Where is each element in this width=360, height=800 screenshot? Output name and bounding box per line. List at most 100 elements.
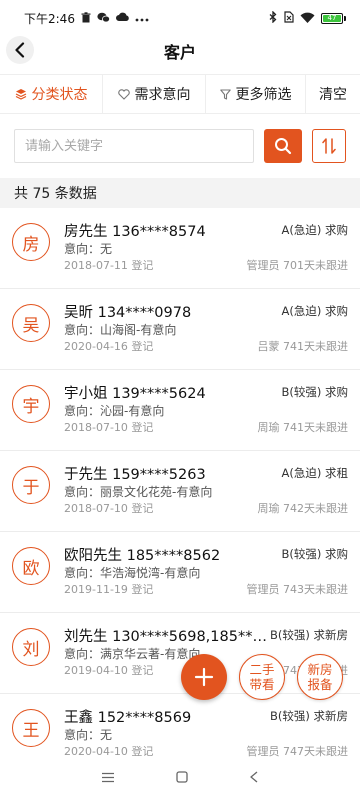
heart-icon	[117, 88, 130, 100]
sort-icon	[322, 138, 336, 154]
second-hand-viewing-line2: 带看	[249, 677, 275, 692]
cloud-notification-icon	[115, 12, 129, 24]
filter-more-label: 更多筛选	[235, 87, 292, 103]
status-bar: 下午2:46 47	[0, 0, 360, 36]
filter-demand-intent[interactable]: 需求意向	[103, 75, 206, 113]
customer-name: 吴昕 134****0978	[64, 304, 192, 321]
customer-name: 于先生 159****5263	[64, 466, 206, 483]
customer-row[interactable]: 宇 宇小姐 139****5624 B(较强) 求购 意向：沁园-有意向 2018…	[0, 370, 360, 451]
filter-demand-intent-label: 需求意向	[134, 87, 191, 103]
wifi-icon	[300, 12, 315, 25]
funnel-icon	[219, 88, 231, 100]
back-nav-button[interactable]	[249, 771, 259, 787]
customer-name: 王鑫 152****8569	[64, 709, 192, 726]
add-customer-button[interactable]	[181, 654, 227, 700]
menu-nav-button[interactable]	[101, 771, 115, 787]
register-date: 2018-07-10 登记	[64, 421, 154, 434]
filter-clear-label: 清空	[319, 87, 347, 103]
square-home-icon	[176, 771, 188, 783]
result-count: 共 75 条数据	[0, 178, 360, 208]
page-title: 客户	[163, 43, 196, 62]
follow-status: 吕蒙 741天未跟进	[257, 340, 349, 353]
customer-info: 吴昕 134****0978 A(急迫) 求购 意向：山海阁-有意向 2020-0…	[64, 301, 348, 355]
search-button[interactable]	[264, 129, 302, 163]
battery-level: 47	[323, 14, 341, 22]
filter-classify-status[interactable]: 分类状态	[0, 75, 103, 113]
home-nav-button[interactable]	[176, 771, 188, 787]
status-time: 下午2:46	[24, 11, 75, 26]
filter-clear-button[interactable]: 清空	[306, 75, 360, 113]
trash-notification-icon	[81, 11, 91, 25]
avatar: 刘	[12, 628, 50, 666]
register-date: 2020-04-16 登记	[64, 340, 154, 353]
nav-bar: 客户	[0, 36, 360, 66]
customer-info: 欧阳先生 185****8562 B(较强) 求购 意向：华浩海悦湾-有意向 20…	[64, 544, 348, 598]
status-right: 47	[269, 10, 346, 25]
customer-grade: A(急迫) 求租	[281, 466, 349, 480]
customer-row[interactable]: 欧 欧阳先生 185****8562 B(较强) 求购 意向：华浩海悦湾-有意向 …	[0, 532, 360, 613]
no-sim-icon	[283, 11, 294, 25]
customer-name: 房先生 136****8574	[64, 223, 206, 240]
more-notifications-icon	[135, 13, 149, 24]
menu-icon	[101, 772, 114, 783]
register-date: 2018-07-10 登记	[64, 502, 154, 515]
avatar: 房	[12, 223, 50, 261]
customer-intent: 意向：沁园-有意向	[64, 404, 165, 418]
battery-icon: 47	[321, 12, 346, 24]
follow-status: 管理员 701天未跟进	[246, 259, 349, 272]
follow-status: 管理员 743天未跟进	[246, 583, 349, 596]
customer-grade: A(急迫) 求购	[281, 304, 349, 318]
customer-grade: A(急迫) 求购	[281, 223, 349, 237]
chevron-left-icon	[15, 42, 25, 58]
avatar: 于	[12, 466, 50, 504]
customer-info: 房先生 136****8574 A(急迫) 求购 意向：无 2018-07-11 …	[64, 220, 348, 274]
customer-row[interactable]: 吴 吴昕 134****0978 A(急迫) 求购 意向：山海阁-有意向 2020…	[0, 289, 360, 370]
filter-more[interactable]: 更多筛选	[206, 75, 306, 113]
register-date: 2018-07-11 登记	[64, 259, 154, 272]
new-house-report-button[interactable]: 新房 报备	[297, 654, 343, 700]
customer-intent: 意向：华浩海悦湾-有意向	[64, 566, 201, 580]
search-row	[0, 114, 360, 178]
customer-intent: 意向：山海阁-有意向	[64, 323, 177, 337]
register-date: 2019-11-19 登记	[64, 583, 154, 596]
customer-grade: B(较强) 求购	[281, 547, 348, 561]
new-house-report-line1: 新房	[307, 662, 333, 677]
customer-name: 刘先生 130****5698,185**…	[64, 628, 267, 645]
customer-row[interactable]: 房 房先生 136****8574 A(急迫) 求购 意向：无 2018-07-1…	[0, 208, 360, 289]
follow-status: 周瑜 742天未跟进	[257, 502, 349, 515]
filter-classify-status-label: 分类状态	[31, 87, 88, 103]
customer-grade: B(较强) 求购	[281, 385, 348, 399]
second-hand-viewing-label: 二手 带看	[249, 662, 274, 692]
status-left: 下午2:46	[24, 10, 149, 27]
customer-info: 于先生 159****5263 A(急迫) 求租 意向：丽景文化花苑-有意向 20…	[64, 463, 348, 517]
search-input[interactable]	[14, 129, 254, 163]
customer-grade: B(较强) 求新房	[269, 628, 348, 642]
customer-info: 王鑫 152****8569 B(较强) 求新房 意向：无 2020-04-10 …	[64, 706, 348, 760]
system-nav-bar	[0, 758, 360, 800]
follow-status: 周瑜 741天未跟进	[257, 421, 349, 434]
customer-intent: 意向：无	[64, 728, 113, 742]
customer-row[interactable]: 于 于先生 159****5263 A(急迫) 求租 意向：丽景文化花苑-有意向 …	[0, 451, 360, 532]
plus-icon	[194, 667, 214, 687]
sort-button[interactable]	[312, 129, 346, 163]
layers-icon	[15, 89, 26, 100]
customer-grade: B(较强) 求新房	[269, 709, 348, 723]
second-hand-viewing-line1: 二手	[249, 662, 275, 677]
search-icon	[275, 138, 292, 155]
wechat-notification-icon	[97, 12, 110, 25]
filter-bar: 分类状态 需求意向 更多筛选 清空	[0, 74, 360, 114]
register-date: 2019-04-10 登记	[64, 664, 154, 677]
back-button[interactable]	[6, 36, 34, 64]
second-hand-viewing-button[interactable]: 二手 带看	[239, 654, 285, 700]
bluetooth-icon	[269, 10, 277, 25]
customer-intent: 意向：无	[64, 242, 113, 256]
triangle-back-icon	[250, 771, 258, 783]
avatar: 吴	[12, 304, 50, 342]
customer-info: 宇小姐 139****5624 B(较强) 求购 意向：沁园-有意向 2018-0…	[64, 382, 348, 436]
new-house-report-line2: 报备	[307, 677, 333, 692]
customer-intent: 意向：丽景文化花苑-有意向	[64, 485, 213, 499]
new-house-report-label: 新房 报备	[307, 662, 332, 692]
customer-name: 宇小姐 139****5624	[64, 385, 206, 402]
customer-name: 欧阳先生 185****8562	[64, 547, 221, 564]
avatar: 欧	[12, 547, 50, 585]
